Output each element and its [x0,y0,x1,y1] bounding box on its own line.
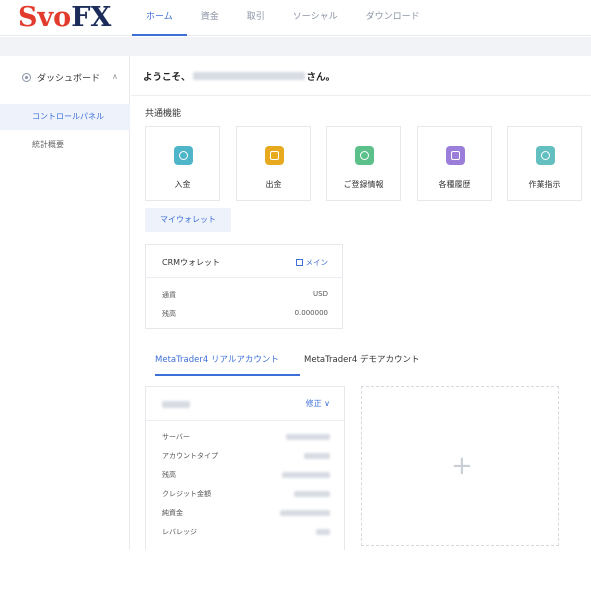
sidebar-item-control-panel[interactable]: コントロールパネル [0,104,130,130]
function-card-profile[interactable]: ご登録情報 [326,126,401,201]
redacted-value [304,453,330,459]
account-row-label: アカウントタイプ [162,452,218,460]
nav-download[interactable]: ダウンロード [352,0,434,36]
divider [131,95,591,96]
header-spacer [0,37,591,56]
account-card-header: 修正 ∨ [146,387,344,421]
account-number-redacted [162,401,190,408]
deposit-icon [174,146,193,165]
dashboard-icon [22,72,31,82]
redacted-value [294,491,330,497]
svofx-logo[interactable]: SvoFX [18,2,111,33]
welcome-prefix: ようこそ、 [143,72,191,83]
nav-funds[interactable]: 資金 [187,0,233,36]
function-card-deposit[interactable]: 入金 [145,126,220,201]
profile-icon [355,146,374,165]
function-label: 各種履歴 [438,180,471,189]
crm-main-label: メイン [305,258,329,267]
redacted-value [282,472,330,478]
tab-my-wallet[interactable]: マイウォレット [145,208,231,232]
withdraw-icon [265,146,284,165]
task-icon [536,146,555,165]
account-row-credit: クレジット金額 [162,489,330,501]
crm-main-link[interactable]: メイン [295,257,329,268]
tab-mt4-real-account[interactable]: MetaTrader4 リアルアカウント [155,348,300,376]
main-wallet-icon [295,259,303,266]
crm-row-label: 通貨 [162,291,176,299]
crm-row-value: USD [313,290,328,298]
edit-dropdown[interactable]: 修正 ∨ [306,398,330,409]
tab-mt4-demo-account[interactable]: MetaTrader4 デモアカウント [304,348,444,376]
crm-wallet-card: CRMウォレット メイン 通貨 USD 残高 0.000000 [145,244,343,329]
account-row-equity: 純資金 [162,508,330,520]
account-row-label: 純資金 [162,509,183,517]
nav-social[interactable]: ソーシャル [279,0,352,36]
crm-row-label: 残高 [162,310,176,318]
section-title-common-functions: 共通機能 [145,109,182,119]
account-row-balance: 残高 [162,470,330,482]
function-label: 出金 [265,180,282,189]
account-tabs: MetaTrader4 リアルアカウント MetaTrader4 デモアカウント [145,348,591,376]
crm-wallet-title: CRMウォレット [162,258,221,267]
crm-wallet-header: CRMウォレット メイン [146,245,342,278]
main-content: ようこそ、 さん。 共通機能 入金 出金 ご登録情報 各種履歴 作業指示 マイウ… [131,56,591,550]
account-row-label: サーバー [162,433,190,441]
account-row-leverage: レバレッジ [162,527,330,539]
sidebar-item-statistics[interactable]: 統計概要 [0,132,130,158]
welcome-message: ようこそ、 さん。 [143,69,335,83]
function-card-task[interactable]: 作業指示 [507,126,582,201]
function-label: 作業指示 [528,180,561,189]
history-icon [446,146,465,165]
account-row-server: サーバー [162,432,330,444]
function-card-history[interactable]: 各種履歴 [417,126,492,201]
redacted-value [286,434,330,440]
account-row-label: クレジット金額 [162,490,211,498]
redacted-value [280,510,330,516]
welcome-suffix: さん。 [306,72,336,83]
company-name-redacted [192,72,305,80]
crm-row-currency: 通貨 USD [162,290,328,300]
plus-icon: + [451,451,473,481]
function-label: 入金 [174,180,191,189]
account-row-type: アカウントタイプ [162,451,330,463]
account-row-label: 残高 [162,471,176,479]
sidebar-group-label: ダッシュボード [37,73,101,84]
nav-trading[interactable]: 取引 [233,0,279,36]
add-account-card[interactable]: + [361,386,559,546]
sidebar-group-dashboard[interactable]: ダッシュボード ∧ [0,64,130,90]
function-card-withdraw[interactable]: 出金 [236,126,311,201]
crm-row-value: 0.000000 [294,309,328,317]
chevron-up-icon: ∧ [112,72,118,81]
sidebar: ダッシュボード ∧ コントロールパネル 統計概要 [0,56,130,550]
account-card: 修正 ∨ サーバー アカウントタイプ 残高 クレジット金額 純資金 レバレッジ [145,386,345,550]
nav-home[interactable]: ホーム [132,0,187,36]
redacted-value [316,529,330,535]
crm-row-balance: 残高 0.000000 [162,309,328,319]
top-bar: SvoFX ホーム 資金 取引 ソーシャル ダウンロード [0,0,591,36]
account-row-label: レバレッジ [162,528,197,536]
function-label: ご登録情報 [343,180,384,189]
main-nav: ホーム 資金 取引 ソーシャル ダウンロード [132,0,434,36]
